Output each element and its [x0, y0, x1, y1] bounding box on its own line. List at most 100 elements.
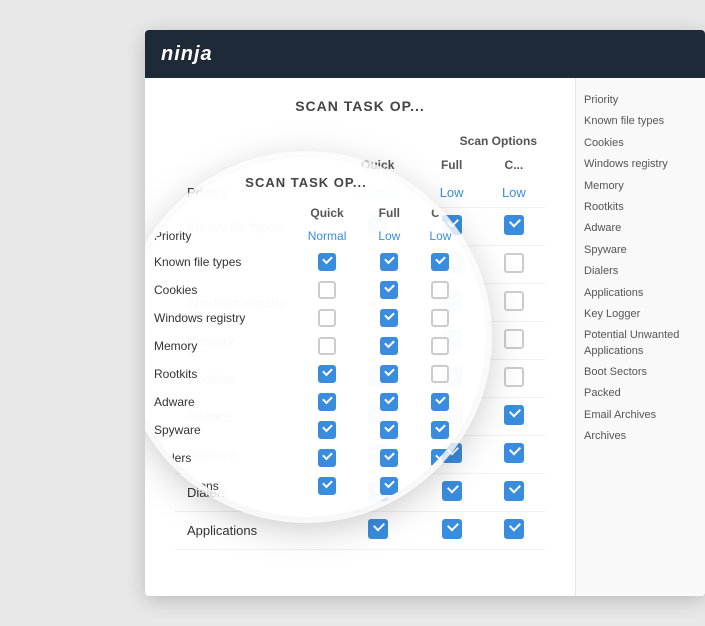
checkbox-unchecked[interactable]: [504, 367, 524, 387]
cell-custom[interactable]: Low: [483, 178, 545, 208]
cell-custom[interactable]: [483, 246, 545, 284]
cell-quick[interactable]: [335, 474, 421, 512]
scan-table: Quick Full C... Priority Normal Low Low Know…: [175, 152, 545, 550]
checkbox-checked[interactable]: [442, 519, 462, 539]
right-sidebar: PriorityKnown file typesCookiesWindows r…: [575, 78, 705, 596]
checkbox-checked[interactable]: [368, 367, 388, 387]
sidebar-item[interactable]: Cookies: [584, 133, 697, 154]
checkbox-checked[interactable]: [368, 405, 388, 425]
cell-full[interactable]: Low: [421, 178, 483, 208]
sidebar-item[interactable]: Archives: [584, 426, 697, 447]
priority-low[interactable]: Low: [502, 185, 526, 200]
content-area: SCAN TASK OP... Scan Options Quick Full …: [145, 78, 705, 596]
cell-custom[interactable]: [483, 398, 545, 436]
navbar-logo: ninja: [161, 43, 213, 66]
checkbox-unchecked[interactable]: [504, 329, 524, 349]
sidebar-item[interactable]: Spyware: [584, 240, 697, 261]
checkbox-checked[interactable]: [368, 215, 388, 235]
cell-custom[interactable]: [483, 208, 545, 246]
sidebar-item[interactable]: Packed: [584, 383, 697, 404]
sidebar-item[interactable]: Memory: [584, 176, 697, 197]
cell-quick[interactable]: Normal: [335, 178, 421, 208]
checkbox-checked[interactable]: [442, 443, 462, 463]
row-label: Rootkits: [175, 360, 335, 398]
row-label: Dialers: [175, 474, 335, 512]
cell-custom[interactable]: [483, 474, 545, 512]
checkbox-checked[interactable]: [504, 215, 524, 235]
cell-full[interactable]: [421, 398, 483, 436]
checkbox-checked[interactable]: [442, 329, 462, 349]
cell-full[interactable]: [421, 322, 483, 360]
col-header-full: Full: [421, 152, 483, 178]
priority-normal[interactable]: Normal: [357, 185, 399, 200]
cell-full[interactable]: [421, 284, 483, 322]
table-row: Rootkits: [175, 360, 545, 398]
cell-custom[interactable]: [483, 436, 545, 474]
cell-quick[interactable]: [335, 360, 421, 398]
main-panel: SCAN TASK OP... Scan Options Quick Full …: [145, 78, 575, 596]
checkbox-unchecked[interactable]: [368, 291, 388, 311]
checkbox-checked[interactable]: [504, 519, 524, 539]
checkbox-checked[interactable]: [368, 481, 388, 501]
table-row: Dialers: [175, 474, 545, 512]
cell-full[interactable]: [421, 436, 483, 474]
checkbox-partial[interactable]: [504, 443, 524, 463]
table-row: Memory: [175, 322, 545, 360]
cell-quick[interactable]: [335, 208, 421, 246]
navbar: ninja: [145, 30, 705, 78]
row-label: Windows registry: [175, 284, 335, 322]
cell-quick[interactable]: [335, 322, 421, 360]
checkbox-checked[interactable]: [504, 405, 524, 425]
checkbox-unchecked[interactable]: [504, 253, 524, 273]
sidebar-item[interactable]: Email Archives: [584, 405, 697, 426]
cell-full[interactable]: [421, 512, 483, 550]
col-header-label: [175, 152, 335, 178]
table-row: Cookies: [175, 246, 545, 284]
checkbox-unchecked[interactable]: [504, 291, 524, 311]
table-row: Spyware: [175, 436, 545, 474]
sidebar-item[interactable]: Boot Sectors: [584, 362, 697, 383]
cell-full[interactable]: [421, 246, 483, 284]
sidebar-item[interactable]: Priority: [584, 90, 697, 111]
col-header-quick: Quick: [335, 152, 421, 178]
panel-title: SCAN TASK OP...: [175, 98, 545, 114]
sidebar-item[interactable]: Adware: [584, 218, 697, 239]
cell-quick[interactable]: [335, 246, 421, 284]
table-row: Known file types: [175, 208, 545, 246]
sidebar-item[interactable]: Applications: [584, 283, 697, 304]
cell-full[interactable]: [421, 474, 483, 512]
checkbox-checked[interactable]: [442, 481, 462, 501]
sidebar-item[interactable]: Known file types: [584, 111, 697, 132]
table-row: Adware: [175, 398, 545, 436]
cell-quick[interactable]: [335, 284, 421, 322]
cell-full[interactable]: [421, 360, 483, 398]
cell-full[interactable]: [421, 208, 483, 246]
cell-custom[interactable]: [483, 512, 545, 550]
checkbox-checked[interactable]: [442, 253, 462, 273]
table-row: Applications: [175, 512, 545, 550]
scan-options-label: Scan Options: [175, 134, 545, 148]
sidebar-item[interactable]: Rootkits: [584, 197, 697, 218]
checkbox-unchecked[interactable]: [368, 253, 388, 273]
cell-quick[interactable]: [335, 512, 421, 550]
sidebar-item[interactable]: Key Logger: [584, 304, 697, 325]
checkbox-unchecked[interactable]: [368, 329, 388, 349]
checkbox-checked[interactable]: [368, 519, 388, 539]
cell-quick[interactable]: [335, 398, 421, 436]
cell-custom[interactable]: [483, 284, 545, 322]
col-header-custom: C...: [483, 152, 545, 178]
checkbox-checked[interactable]: [442, 405, 462, 425]
sidebar-item[interactable]: Potential Unwanted Applications: [584, 325, 697, 362]
sidebar-item[interactable]: Dialers: [584, 261, 697, 282]
sidebar-item[interactable]: Windows registry: [584, 154, 697, 175]
checkbox-checked[interactable]: [442, 215, 462, 235]
row-label: Priority: [175, 178, 335, 208]
cell-quick[interactable]: [335, 436, 421, 474]
checkbox-checked[interactable]: [442, 367, 462, 387]
checkbox-checked[interactable]: [504, 481, 524, 501]
priority-low[interactable]: Low: [440, 185, 464, 200]
checkbox-checked[interactable]: [368, 443, 388, 463]
cell-custom[interactable]: [483, 360, 545, 398]
checkbox-checked[interactable]: [442, 291, 462, 311]
cell-custom[interactable]: [483, 322, 545, 360]
